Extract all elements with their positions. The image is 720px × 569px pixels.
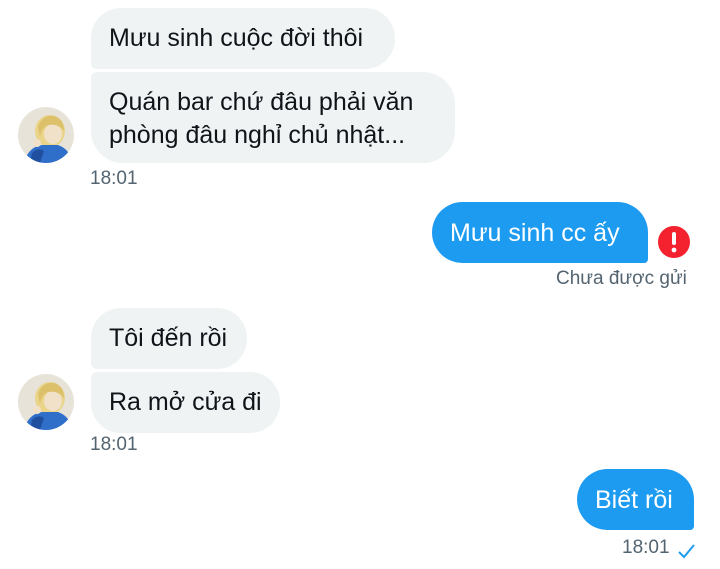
incoming-message[interactable]: Ra mở cửa đi	[91, 372, 280, 433]
conversation-view: Mưu sinh cuộc đời thôi Quán bar chứ đâu …	[0, 0, 720, 569]
avatar-image	[18, 374, 74, 430]
incoming-message[interactable]: Quán bar chứ đâu phải văn phòng đâu nghỉ…	[91, 72, 455, 163]
incoming-message[interactable]: Tôi đến rồi	[91, 308, 247, 369]
outgoing-message[interactable]: Biết rồi	[577, 469, 694, 530]
incoming-message[interactable]: Mưu sinh cuộc đời thôi	[91, 8, 395, 69]
avatar[interactable]	[18, 374, 74, 430]
send-status[interactable]: Chưa được gửi	[556, 268, 687, 290]
check-icon	[678, 544, 695, 559]
timestamp: 18:01	[90, 434, 138, 455]
exclamation-icon	[671, 232, 677, 253]
outgoing-message[interactable]: Mưu sinh cc ấy	[432, 202, 648, 263]
avatar[interactable]	[18, 107, 74, 163]
error-icon[interactable]	[655, 223, 693, 261]
avatar-image	[18, 107, 74, 163]
timestamp: 18:01	[90, 168, 138, 189]
timestamp: 18:01	[622, 537, 670, 558]
